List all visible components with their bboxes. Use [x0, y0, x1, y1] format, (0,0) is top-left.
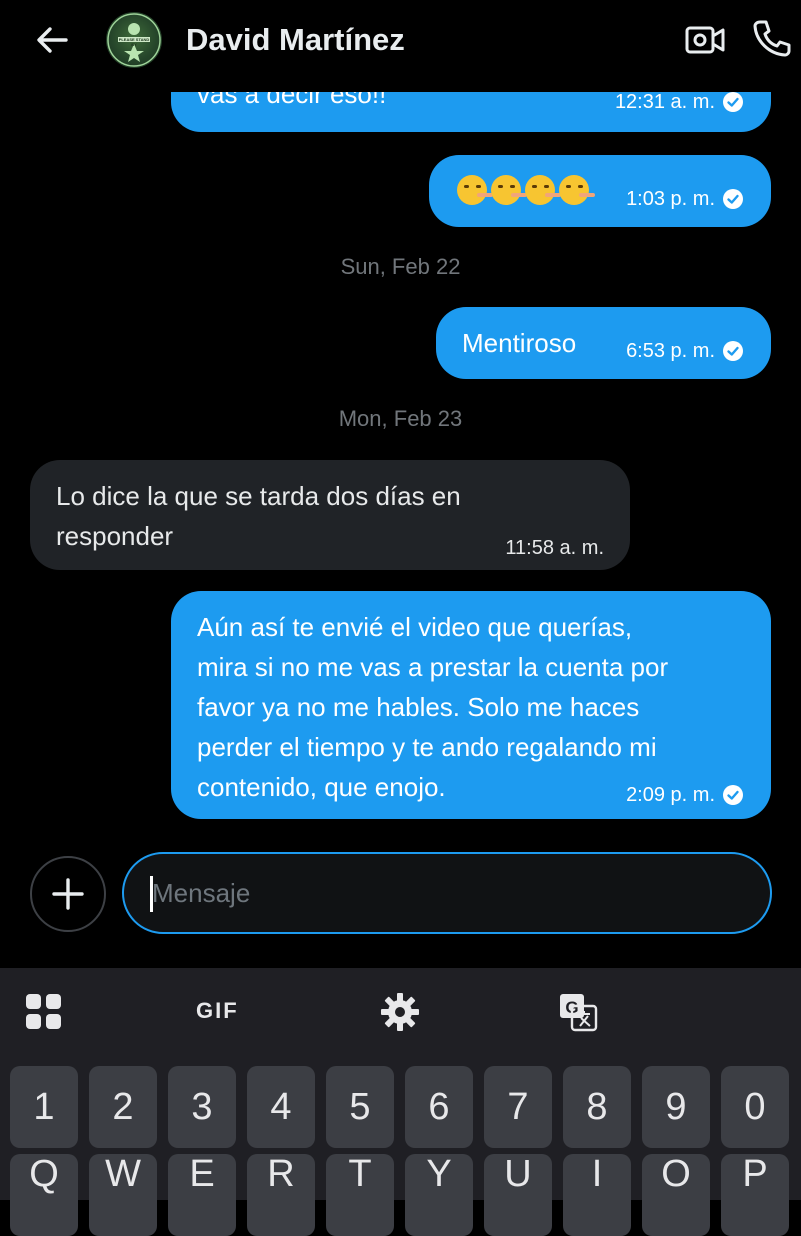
text-cursor [150, 876, 153, 912]
message-text: vas a decir eso!! [197, 92, 387, 109]
key-7[interactable]: 7 [484, 1066, 552, 1148]
message-line: Aún así te envié el video que querías, [197, 612, 633, 642]
message-input[interactable]: Mensaje [122, 852, 772, 934]
message-list[interactable]: vas a decir eso!! 12:31 a. m. 1:03 p. m.… [0, 92, 801, 852]
key-r[interactable]: R [247, 1154, 315, 1236]
key-0[interactable]: 0 [721, 1066, 789, 1148]
settings-gear-icon[interactable] [378, 990, 422, 1034]
read-check-icon [723, 92, 743, 112]
key-w[interactable]: W [89, 1154, 157, 1236]
key-9[interactable]: 9 [642, 1066, 710, 1148]
message-line: Lo dice la que se tarda dos días en [56, 481, 461, 511]
key-t[interactable]: T [326, 1154, 394, 1236]
date-separator: Sun, Feb 22 [340, 254, 461, 279]
read-check-icon [723, 189, 743, 209]
plus-icon [52, 878, 84, 910]
key-2[interactable]: 2 [89, 1066, 157, 1148]
back-arrow-icon[interactable] [32, 22, 72, 58]
key-o[interactable]: O [642, 1154, 710, 1236]
message-text: Lo dice la que se tarda dos días en resp… [56, 476, 461, 556]
emoji-message [457, 175, 595, 205]
avatar-text: PLEASE STAND BY [118, 37, 150, 47]
message-time: 1:03 p. m. [626, 188, 715, 210]
message-bubble-outgoing[interactable]: 1:03 p. m. [429, 155, 771, 227]
apps-icon[interactable] [22, 990, 66, 1034]
add-attachment-button[interactable] [30, 856, 106, 932]
message-bubble-outgoing[interactable]: Aún así te envié el video que querías, m… [171, 591, 771, 819]
translate-icon[interactable]: G [556, 990, 600, 1034]
key-i[interactable]: I [563, 1154, 631, 1236]
message-bubble-outgoing[interactable]: Mentiroso 6:53 p. m. [436, 307, 771, 379]
message-line: favor ya no me hables. Solo me haces [197, 692, 640, 722]
contact-name[interactable]: David Martínez [186, 22, 405, 58]
key-q[interactable]: Q [10, 1154, 78, 1236]
lying-face-emoji [491, 175, 527, 205]
message-bubble-incoming[interactable]: Lo dice la que se tarda dos días en resp… [30, 460, 630, 570]
key-p[interactable]: P [721, 1154, 789, 1236]
key-u[interactable]: U [484, 1154, 552, 1236]
message-time: 6:53 p. m. [626, 340, 715, 362]
message-time: 11:58 a. m. [505, 537, 604, 559]
gif-button[interactable]: GIF [196, 998, 239, 1024]
message-text: Mentiroso [462, 328, 577, 358]
message-input-placeholder: Mensaje [152, 878, 251, 908]
avatar[interactable]: PLEASE STAND BY [106, 12, 162, 68]
key-e[interactable]: E [168, 1154, 236, 1236]
key-y[interactable]: Y [405, 1154, 473, 1236]
key-4[interactable]: 4 [247, 1066, 315, 1148]
keyboard: GIF G 1 2 3 4 5 6 7 8 9 0 Q W E R T Y U … [0, 968, 801, 1236]
key-6[interactable]: 6 [405, 1066, 473, 1148]
lying-face-emoji [525, 175, 561, 205]
message-time: 12:31 a. m. [614, 92, 715, 113]
lying-face-emoji [457, 175, 493, 205]
message-bubble-outgoing[interactable]: vas a decir eso!! 12:31 a. m. [171, 92, 771, 132]
video-call-icon[interactable] [684, 20, 726, 60]
read-check-icon [723, 341, 743, 361]
lying-face-emoji [559, 175, 595, 205]
message-line: responder [56, 521, 174, 551]
chat-header: PLEASE STAND BY David Martínez [0, 0, 801, 92]
message-text: Aún así te envié el video que querías, m… [197, 607, 668, 807]
key-3[interactable]: 3 [168, 1066, 236, 1148]
message-line: contenido, que enojo. [197, 772, 446, 802]
message-time: 2:09 p. m. [626, 784, 715, 806]
key-8[interactable]: 8 [563, 1066, 631, 1148]
key-5[interactable]: 5 [326, 1066, 394, 1148]
date-separator: Mon, Feb 23 [338, 406, 463, 431]
message-line: mira si no me vas a prestar la cuenta po… [197, 652, 669, 682]
phone-call-icon[interactable] [752, 18, 792, 58]
key-1[interactable]: 1 [10, 1066, 78, 1148]
message-line: perder el tiempo y te ando regalando mi [197, 732, 657, 762]
read-check-icon [723, 785, 743, 805]
